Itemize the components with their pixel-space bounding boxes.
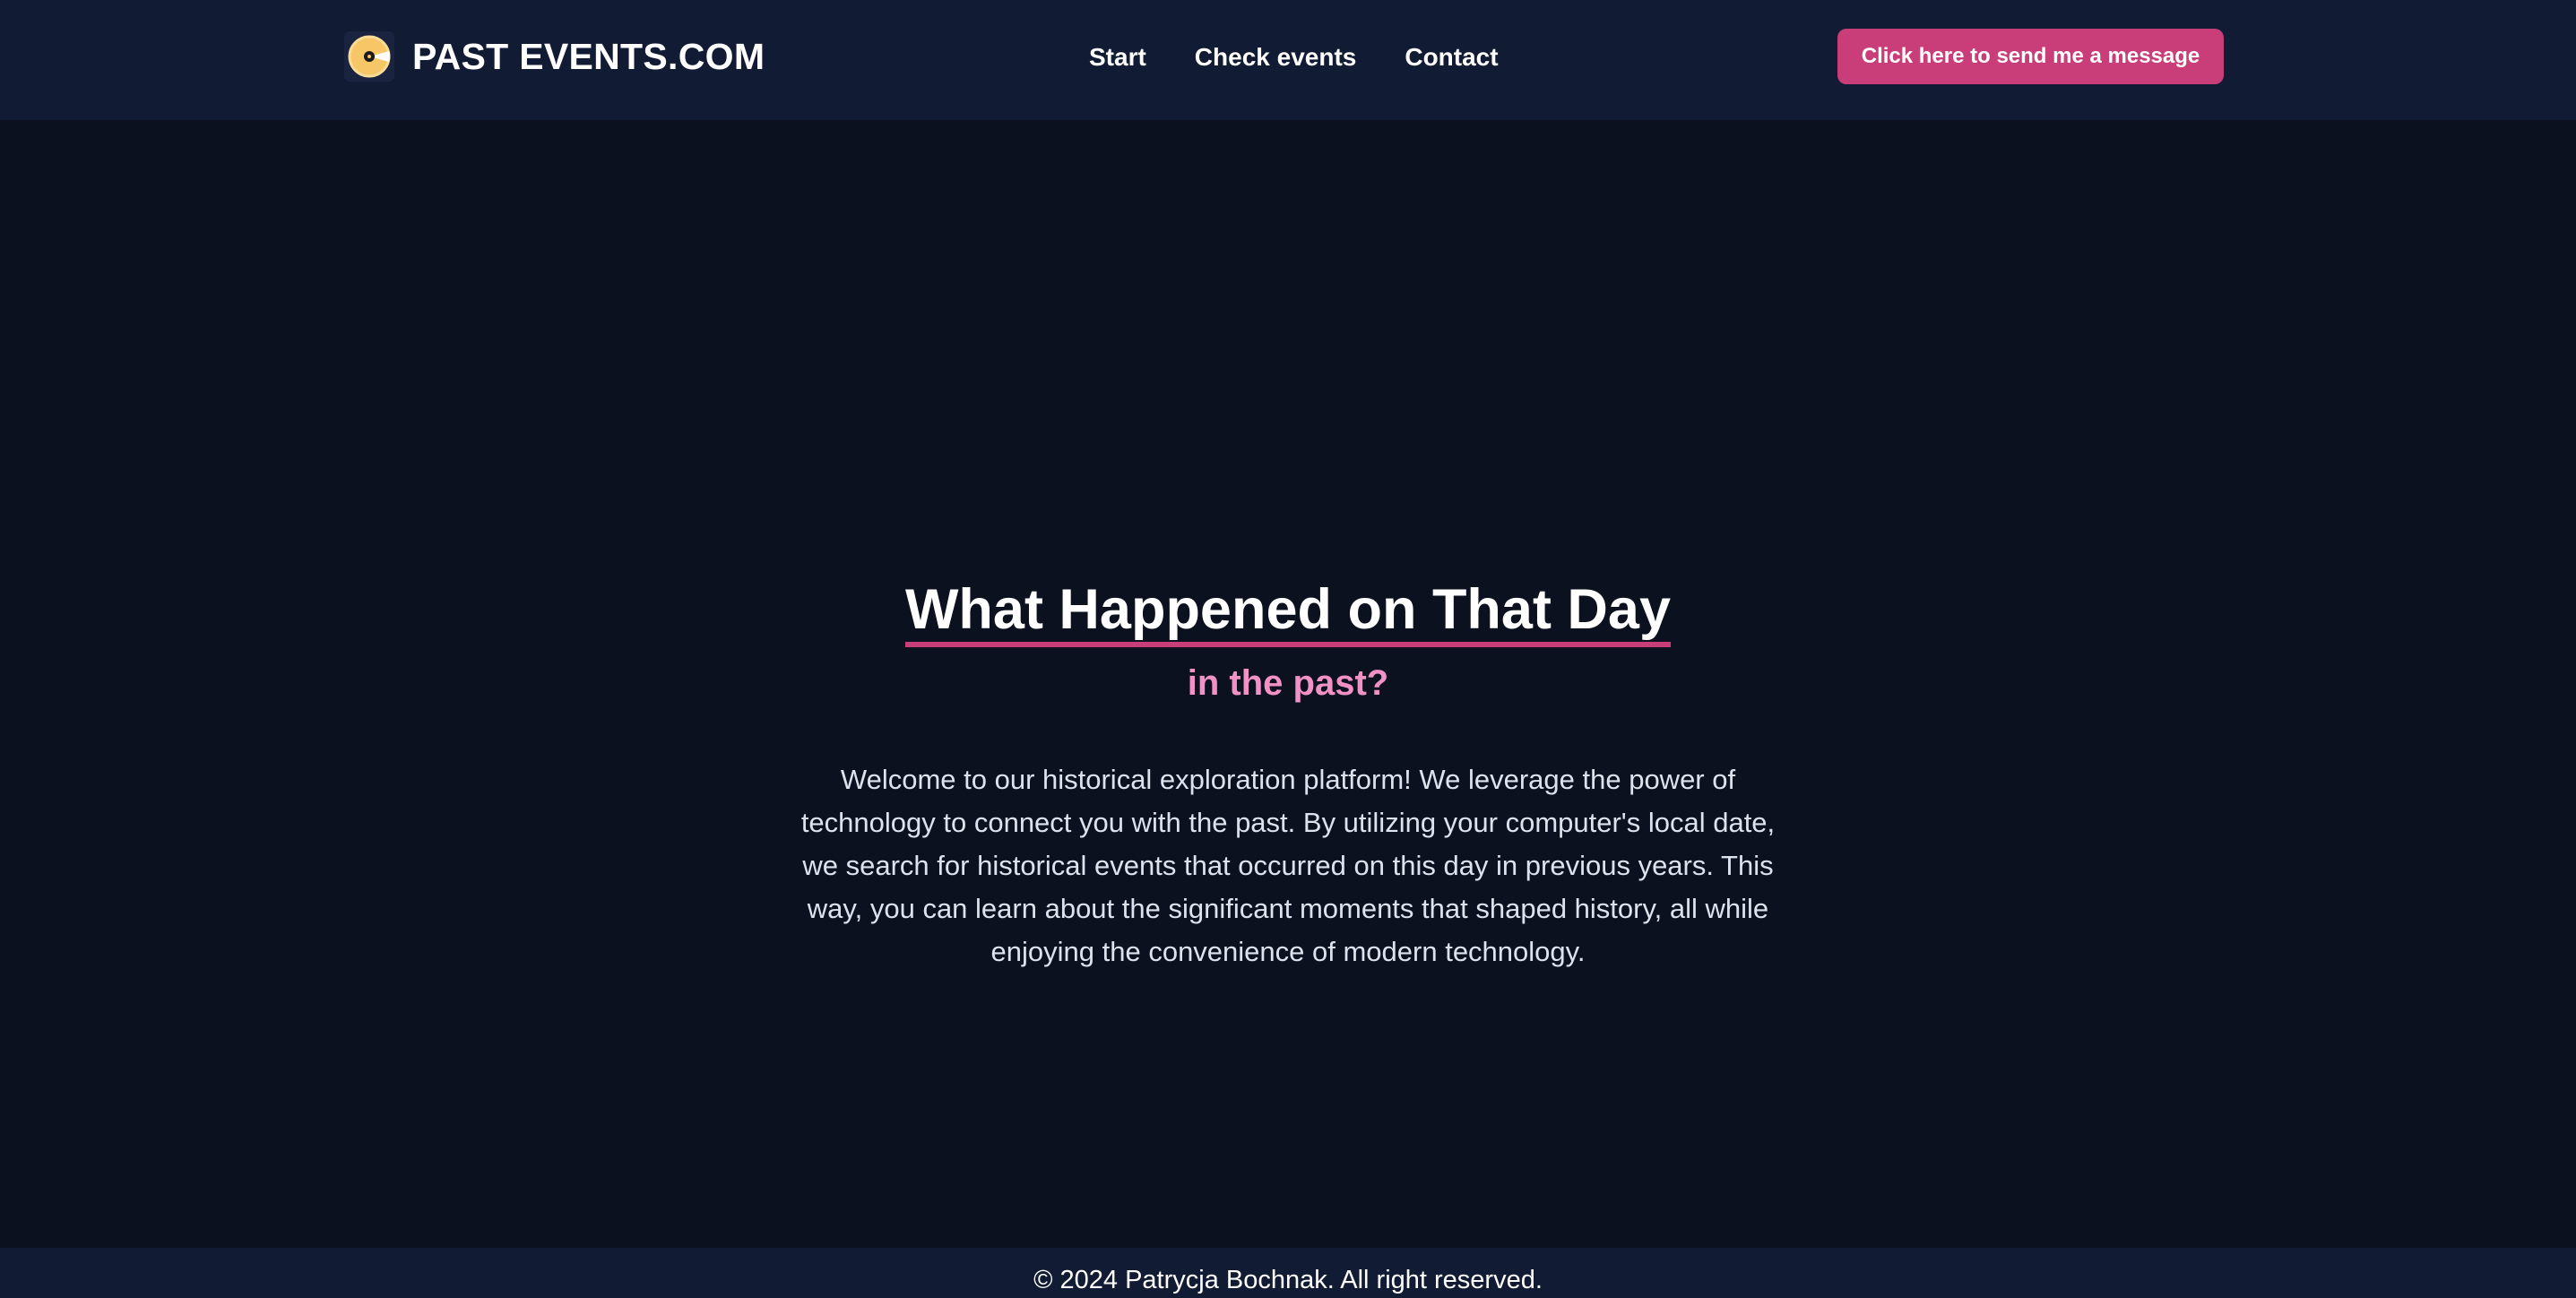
intro-paragraph: Welcome to our historical exploration pl… bbox=[800, 764, 1776, 967]
nav-start[interactable]: Start bbox=[1089, 43, 1146, 72]
brand[interactable]: PAST EVENTS.COM bbox=[344, 30, 765, 82]
brand-name: PAST EVENTS.COM bbox=[412, 35, 765, 77]
disc-icon bbox=[344, 31, 394, 82]
title-wrap: What Happened on That Day bbox=[904, 577, 1672, 647]
page-subtitle: in the past? bbox=[1187, 663, 1389, 703]
send-message-button[interactable]: Click here to send me a message bbox=[1837, 29, 2224, 84]
copyright-text: © 2024 Patrycja Bochnak. All right reser… bbox=[1033, 1266, 1543, 1294]
main-nav: Start Check events Contact bbox=[1089, 39, 1499, 75]
nav-check-events[interactable]: Check events bbox=[1195, 43, 1357, 72]
hero-content: What Happened on That Day in the past? W… bbox=[773, 577, 1803, 974]
hero-section: What Happened on That Day in the past? W… bbox=[0, 120, 2576, 1248]
site-header: PAST EVENTS.COM Start Check events Conta… bbox=[0, 0, 2576, 120]
page-title: What Happened on That Day bbox=[904, 577, 1672, 647]
site-footer: © 2024 Patrycja Bochnak. All right reser… bbox=[0, 1248, 2576, 1298]
nav-contact[interactable]: Contact bbox=[1405, 43, 1498, 72]
